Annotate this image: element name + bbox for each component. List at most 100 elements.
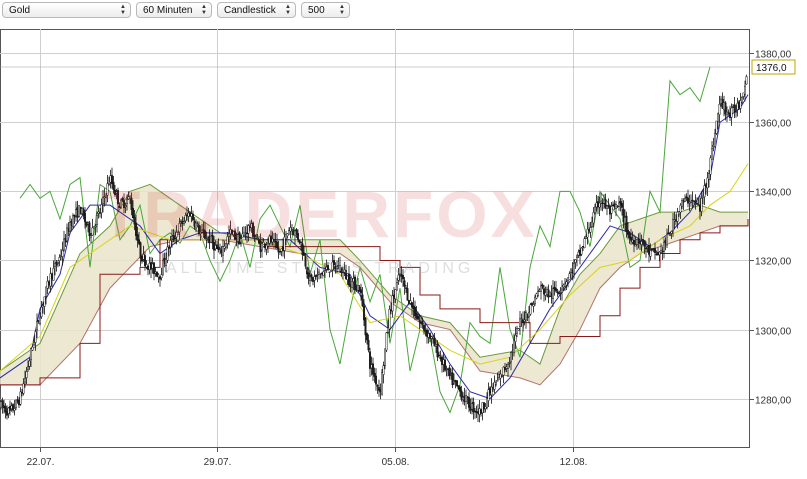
- candle-body: [699, 204, 701, 212]
- candle-body: [390, 309, 392, 312]
- candle-body: [16, 399, 19, 403]
- candle-body: [648, 245, 650, 255]
- candle-body: [403, 280, 406, 287]
- candle-body: [235, 238, 238, 240]
- candle-body: [349, 284, 352, 287]
- candle-body: [319, 273, 322, 275]
- candle-body: [363, 305, 365, 321]
- candle-body: [739, 100, 742, 109]
- candle-body: [214, 245, 217, 250]
- candle-body: [501, 375, 503, 377]
- candle-body: [567, 277, 569, 281]
- candle-body: [465, 395, 467, 402]
- candle-body: [667, 232, 670, 235]
- candle-body: [634, 244, 637, 247]
- candle-body: [666, 233, 668, 246]
- candle-body: [495, 382, 497, 385]
- candle-body: [468, 397, 470, 408]
- candle-body: [723, 102, 725, 111]
- candle-body: [507, 364, 509, 369]
- candle-body: [136, 234, 139, 241]
- candle-body: [82, 209, 85, 216]
- candle-body: [328, 271, 331, 273]
- candle-body: [369, 351, 371, 369]
- candle-body: [657, 252, 659, 256]
- candle-body: [429, 333, 431, 339]
- candle-body: [64, 238, 67, 243]
- candle-body: [76, 207, 79, 218]
- candle-body: [63, 238, 65, 251]
- candle-body: [351, 281, 353, 288]
- candle-body: [586, 228, 589, 238]
- candle-body: [195, 222, 197, 229]
- candle-body: [222, 246, 224, 256]
- candle-body: [232, 231, 235, 235]
- candle-body: [600, 200, 602, 204]
- candle-body: [478, 408, 481, 415]
- candle-body: [658, 251, 661, 255]
- candle-body: [102, 197, 104, 204]
- candle-body: [382, 365, 385, 375]
- candle-body: [156, 271, 158, 277]
- candle-body: [171, 236, 173, 240]
- candle-body: [727, 112, 730, 114]
- candle-body: [691, 199, 694, 202]
- candle-body: [346, 275, 349, 281]
- candle-body: [364, 317, 367, 336]
- candle-body: [292, 230, 295, 236]
- candle-body: [441, 356, 443, 365]
- candle-body: [261, 243, 263, 251]
- candle-body: [472, 401, 475, 413]
- candle-body: [709, 157, 712, 175]
- candle-body: [172, 235, 175, 240]
- candle-body: [673, 219, 676, 222]
- candle-body: [252, 222, 254, 237]
- candle-body: [520, 318, 523, 320]
- y-tick-label: 1320,00: [755, 257, 792, 268]
- candle-body: [345, 270, 347, 280]
- candle-body: [502, 366, 505, 376]
- candle-body: [283, 236, 286, 251]
- candle-body: [522, 319, 524, 323]
- candle-body: [397, 274, 400, 281]
- candle-body: [474, 410, 476, 413]
- candle-body: [315, 274, 317, 277]
- candle-body: [336, 266, 338, 270]
- candle-body: [246, 232, 248, 235]
- candle-body: [103, 196, 106, 198]
- candle-body: [681, 200, 683, 207]
- candle-body: [229, 229, 232, 234]
- candle-body: [7, 407, 10, 414]
- candle-body: [96, 215, 98, 226]
- candle-body: [577, 251, 580, 256]
- candle-body: [402, 275, 404, 280]
- candle-body: [564, 283, 566, 287]
- candle-body: [511, 350, 514, 353]
- candle-body: [607, 205, 610, 208]
- candle-body: [28, 360, 31, 367]
- candle-body: [90, 235, 92, 238]
- candle-body: [678, 211, 680, 215]
- candle-body: [618, 202, 620, 207]
- candle-body: [339, 265, 341, 272]
- candle-body: [333, 260, 335, 265]
- candle-body: [675, 219, 677, 222]
- x-tick-label: 05.08.: [382, 457, 410, 468]
- candle-body: [546, 288, 548, 295]
- candle-body: [621, 203, 623, 208]
- candle-body: [676, 211, 679, 222]
- candle-down: [79, 206, 82, 215]
- candle-body: [25, 371, 28, 379]
- candle-body: [655, 253, 658, 256]
- candle-body: [58, 257, 61, 261]
- candle-body: [226, 236, 229, 244]
- candle-body: [238, 232, 241, 245]
- candle-body: [256, 237, 259, 239]
- price-chart[interactable]: 1380,00 1360,00 1340,00 1320,00 1300,00 1280,…: [0, 0, 807, 474]
- candle-body: [559, 291, 562, 293]
- candle-body: [372, 363, 374, 375]
- candle-body: [663, 242, 665, 252]
- candle-body: [45, 286, 47, 297]
- chart-area[interactable]: 1380,00 1360,00 1340,00 1320,00 1300,00 1280,…: [0, 0, 807, 474]
- candle-body: [576, 255, 578, 259]
